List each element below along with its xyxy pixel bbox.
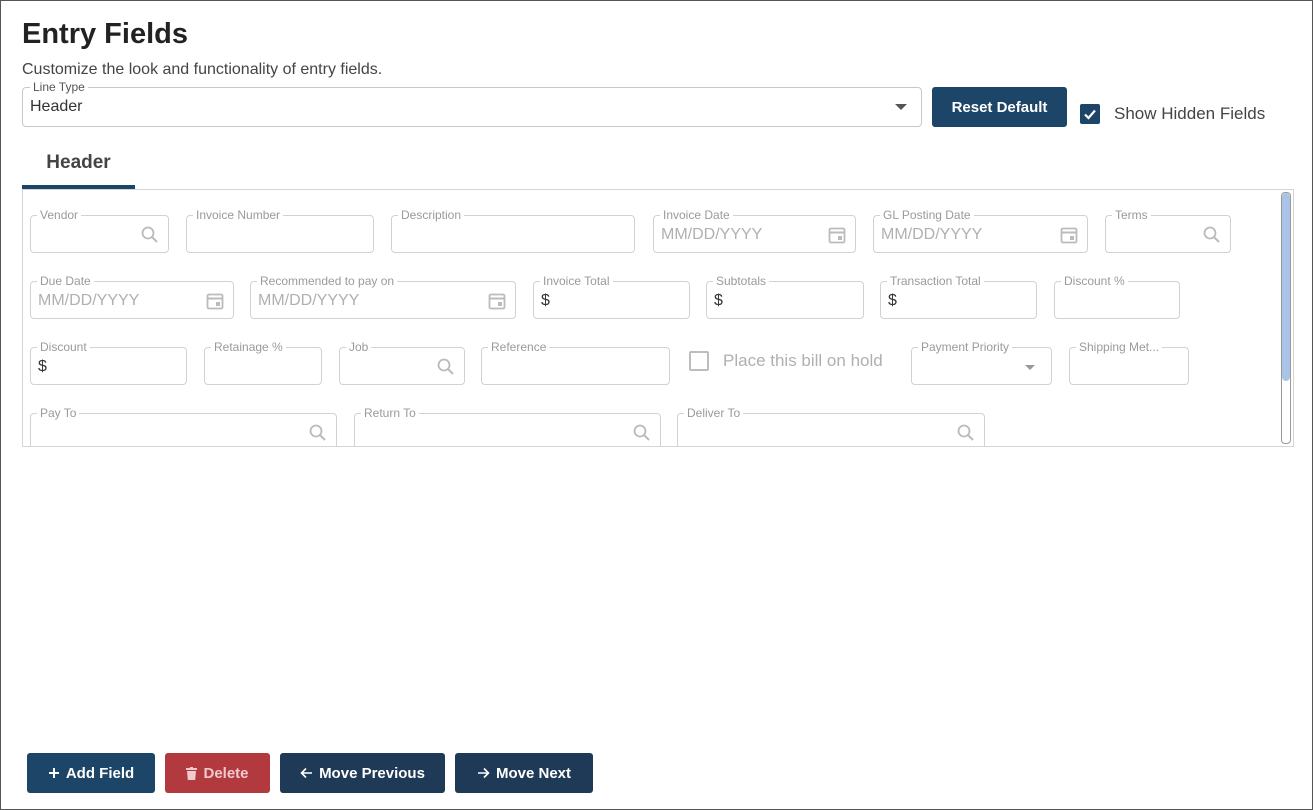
return-to-field[interactable]: Return To <box>354 407 661 446</box>
reference-field[interactable]: Reference <box>481 341 670 385</box>
tab-header[interactable]: Header <box>22 150 135 189</box>
chevron-down-icon <box>895 104 907 110</box>
search-icon <box>141 226 158 243</box>
line-type-value: Header <box>30 98 83 115</box>
date-placeholder: MM/DD/YYYY <box>258 292 360 309</box>
move-previous-label: Move Previous <box>319 764 425 782</box>
trash-icon <box>186 766 198 780</box>
recommended-pay-date-field[interactable]: Recommended to pay on MM/DD/YYYY <box>250 275 516 319</box>
field-label: Terms <box>1112 209 1151 222</box>
add-field-label: Add Field <box>65 764 135 782</box>
field-label: Invoice Date <box>660 209 733 222</box>
date-placeholder: MM/DD/YYYY <box>881 226 983 243</box>
check-icon[interactable] <box>1080 104 1100 124</box>
calendar-icon[interactable] <box>487 291 507 311</box>
field-label: Discount <box>37 341 90 354</box>
field-label: Invoice Total <box>540 275 613 288</box>
field-label: Shipping Met... <box>1076 341 1163 354</box>
field-label: Pay To <box>37 407 80 420</box>
currency-prefix: $ <box>714 292 723 309</box>
field-label: Job <box>346 341 372 354</box>
invoice-date-field[interactable]: Invoice Date MM/DD/YYYY <box>653 209 856 253</box>
field-label: Due Date <box>37 275 94 288</box>
delete-label: Delete <box>203 764 249 782</box>
currency-prefix: $ <box>888 292 897 309</box>
line-type-label: Line Type <box>30 81 88 94</box>
date-placeholder: MM/DD/YYYY <box>38 292 140 309</box>
delete-button[interactable]: Delete <box>165 753 270 793</box>
fields-panel: Vendor Invoice Number Description Invoic… <box>22 189 1294 447</box>
page-subtitle: Customize the look and functionality of … <box>22 61 383 78</box>
gl-posting-date-field[interactable]: GL Posting Date MM/DD/YYYY <box>873 209 1088 253</box>
calendar-icon[interactable] <box>1059 225 1079 245</box>
field-label: Discount % <box>1061 275 1128 288</box>
field-label: Retainage % <box>211 341 286 354</box>
transaction-total-field[interactable]: Transaction Total $ <box>880 275 1037 319</box>
calendar-icon[interactable] <box>827 225 847 245</box>
date-placeholder: MM/DD/YYYY <box>661 226 763 243</box>
hold-bill-label: Place this bill on hold <box>723 351 883 370</box>
field-label: Payment Priority <box>918 341 1013 354</box>
invoice-number-field[interactable]: Invoice Number <box>186 209 374 253</box>
shipping-method-field[interactable]: Shipping Met... <box>1069 341 1189 385</box>
hold-bill-checkbox[interactable]: Place this bill on hold <box>689 351 883 371</box>
add-field-button[interactable]: Add Field <box>27 753 155 793</box>
field-label: Vendor <box>37 209 82 222</box>
field-label: Recommended to pay on <box>257 275 398 288</box>
chevron-down-icon <box>1025 365 1035 370</box>
calendar-icon[interactable] <box>205 291 225 311</box>
arrow-right-icon <box>477 767 490 779</box>
currency-prefix: $ <box>541 292 550 309</box>
terms-field[interactable]: Terms <box>1105 209 1231 253</box>
move-next-button[interactable]: Move Next <box>455 753 593 793</box>
search-icon <box>957 424 974 441</box>
search-icon <box>437 358 454 375</box>
arrow-left-icon <box>300 767 313 779</box>
show-hidden-fields-label: Show Hidden Fields <box>1114 104 1266 123</box>
checkbox-empty-icon[interactable] <box>689 351 709 371</box>
deliver-to-field[interactable]: Deliver To <box>677 407 985 446</box>
show-hidden-fields-toggle[interactable]: Show Hidden Fields <box>1080 104 1265 124</box>
reset-default-button[interactable]: Reset Default <box>932 87 1067 127</box>
scrollbar-thumb[interactable] <box>1282 193 1290 381</box>
field-label: Subtotals <box>713 275 770 288</box>
field-label: Return To <box>361 407 419 420</box>
move-previous-button[interactable]: Move Previous <box>280 753 445 793</box>
search-icon <box>633 424 650 441</box>
payment-priority-select[interactable]: Payment Priority <box>911 341 1052 385</box>
currency-prefix: $ <box>38 358 47 375</box>
invoice-total-field[interactable]: Invoice Total $ <box>533 275 690 319</box>
vendor-field[interactable]: Vendor <box>30 209 169 253</box>
due-date-field[interactable]: Due Date MM/DD/YYYY <box>30 275 234 319</box>
field-label: Transaction Total <box>887 275 984 288</box>
vertical-scrollbar[interactable] <box>1281 192 1291 444</box>
plus-icon <box>48 768 59 778</box>
field-label: GL Posting Date <box>880 209 974 222</box>
job-field[interactable]: Job <box>339 341 465 385</box>
description-field[interactable]: Description <box>391 209 635 253</box>
field-label: Deliver To <box>684 407 744 420</box>
page-title: Entry Fields <box>22 18 188 50</box>
search-icon <box>309 424 326 441</box>
field-label: Description <box>398 209 465 222</box>
field-label: Invoice Number <box>193 209 284 222</box>
field-label: Reference <box>488 341 550 354</box>
subtotals-field[interactable]: Subtotals $ <box>706 275 864 319</box>
tab-header-label: Header <box>46 152 111 173</box>
discount-field[interactable]: Discount $ <box>30 341 187 385</box>
move-next-label: Move Next <box>495 764 572 782</box>
line-type-select[interactable]: Line Type Header <box>22 81 922 127</box>
retainage-percent-field[interactable]: Retainage % <box>204 341 322 385</box>
search-icon <box>1203 226 1220 243</box>
discount-percent-field[interactable]: Discount % <box>1054 275 1180 319</box>
pay-to-field[interactable]: Pay To <box>30 407 337 446</box>
